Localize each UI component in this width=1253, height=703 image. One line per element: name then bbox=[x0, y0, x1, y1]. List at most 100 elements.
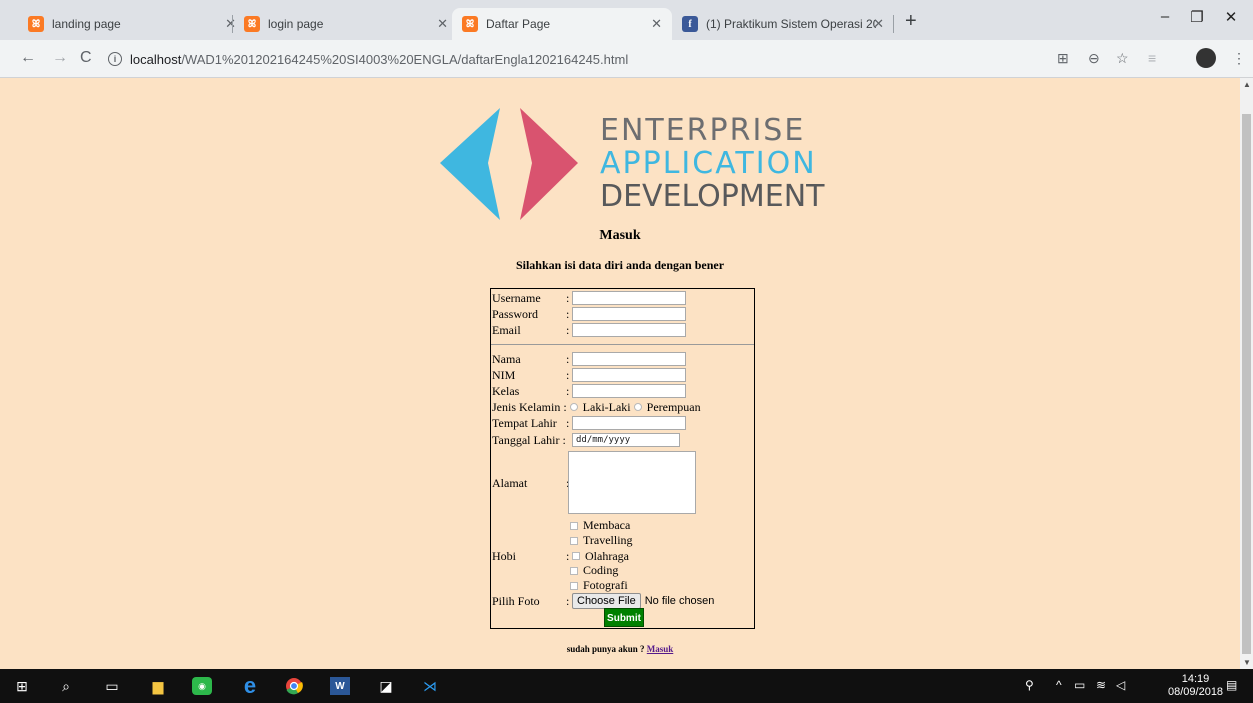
battery-icon[interactable]: ▭ bbox=[1074, 678, 1085, 692]
line-app-icon[interactable]: ◉ bbox=[192, 677, 212, 695]
gender-row: Jenis Kelamin : Laki-Laki Perempuan bbox=[492, 399, 701, 415]
colon: : bbox=[566, 322, 570, 337]
menu-icon[interactable]: ⋮ bbox=[1232, 50, 1246, 67]
email-input[interactable] bbox=[572, 323, 686, 337]
edge-icon[interactable]: e bbox=[240, 673, 260, 698]
task-view-icon[interactable]: ▭ bbox=[102, 677, 122, 695]
email-row: Email : bbox=[492, 322, 686, 338]
login-prompt: sudah punya akun ? Masuk bbox=[0, 644, 1240, 654]
notifications-icon[interactable]: ▤ bbox=[1226, 678, 1237, 692]
checkbox-label: Fotografi bbox=[583, 578, 628, 592]
wifi-icon[interactable]: ≋ bbox=[1096, 678, 1106, 692]
people-icon[interactable]: ⚲ bbox=[1025, 678, 1034, 692]
tab-title: Daftar Page bbox=[486, 17, 551, 31]
new-tab-button[interactable]: + bbox=[905, 10, 917, 33]
radio-perempuan[interactable] bbox=[633, 403, 642, 411]
logo-line-1: ENTERPRISE bbox=[600, 113, 806, 148]
search-icon[interactable]: ⌕ bbox=[56, 677, 76, 695]
checkbox-coding[interactable] bbox=[570, 566, 578, 575]
maximize-button[interactable]: ❐ bbox=[1182, 8, 1212, 26]
login-link[interactable]: Masuk bbox=[647, 644, 674, 654]
checkbox-fotografi[interactable] bbox=[570, 581, 578, 590]
tempat-lahir-label: Tempat Lahir bbox=[492, 415, 557, 430]
tanggal-lahir-label: Tanggal Lahir : bbox=[492, 432, 566, 447]
sublime-icon[interactable]: ◪ bbox=[376, 677, 396, 695]
email-label: Email bbox=[492, 322, 521, 337]
tempat-lahir-input[interactable] bbox=[572, 416, 686, 430]
info-icon[interactable]: i bbox=[108, 52, 122, 66]
bookmark-star-icon[interactable]: ☆ bbox=[1116, 50, 1129, 67]
windows-start-icon[interactable]: ⊞ bbox=[12, 677, 32, 695]
checkbox-membaca[interactable] bbox=[570, 521, 578, 530]
tab-title: landing page bbox=[52, 17, 121, 31]
tab-divider bbox=[232, 15, 233, 33]
browser-toolbar: ← → C i localhost/WAD1%201202164245%20SI… bbox=[0, 40, 1253, 78]
form-divider bbox=[491, 344, 754, 345]
colon: : bbox=[566, 290, 570, 305]
url-host: localhost bbox=[130, 51, 182, 67]
back-arrow-icon[interactable]: ← bbox=[20, 49, 36, 67]
nim-input[interactable] bbox=[572, 368, 686, 382]
checkbox-label: Membaca bbox=[583, 518, 631, 532]
chrome-icon[interactable] bbox=[284, 677, 304, 695]
vscode-icon[interactable]: ⋊ bbox=[420, 677, 440, 695]
logo-chevrons-icon bbox=[440, 108, 578, 220]
foto-label: Pilih Foto bbox=[492, 593, 540, 608]
scroll-up-icon[interactable]: ▲ bbox=[1243, 80, 1251, 89]
reload-icon[interactable]: C bbox=[80, 49, 92, 67]
volume-icon[interactable]: ◁ bbox=[1116, 678, 1125, 692]
minimize-button[interactable]: – bbox=[1150, 8, 1180, 25]
nama-input[interactable] bbox=[572, 352, 686, 366]
translate-icon[interactable]: ⊞ bbox=[1057, 50, 1069, 67]
page-title: Masuk bbox=[599, 228, 641, 243]
tab-title: (1) Praktikum Sistem Operasi 201 bbox=[706, 17, 876, 31]
password-input[interactable] bbox=[572, 307, 686, 321]
colon: : bbox=[566, 593, 570, 608]
scroll-down-icon[interactable]: ▼ bbox=[1243, 658, 1251, 667]
logo-line-2: APPLICATION bbox=[600, 146, 817, 181]
close-icon[interactable]: ✕ bbox=[873, 16, 884, 32]
close-icon[interactable]: ✕ bbox=[651, 16, 662, 32]
tempat-lahir-row: Tempat Lahir : bbox=[492, 415, 686, 431]
checkbox-label: Olahraga bbox=[585, 548, 629, 563]
taskbar-clock[interactable]: 14:19 08/09/2018 bbox=[1168, 673, 1223, 699]
colon: : bbox=[566, 383, 570, 398]
choose-file-button[interactable]: Choose File bbox=[572, 593, 641, 609]
window-close-button[interactable]: ✕ bbox=[1216, 8, 1246, 26]
word-icon[interactable]: W bbox=[330, 677, 350, 695]
checkbox-olahraga[interactable] bbox=[572, 552, 580, 560]
username-row: Username : bbox=[492, 290, 686, 306]
hobi-option: Coding bbox=[568, 563, 618, 578]
kelas-row: Kelas : bbox=[492, 383, 686, 399]
zoom-icon[interactable]: ⊖ bbox=[1088, 50, 1100, 67]
tab-title: login page bbox=[268, 17, 324, 31]
extension-icon[interactable]: ≡ bbox=[1148, 50, 1156, 66]
page-scrollbar[interactable]: ▲ ▼ bbox=[1240, 78, 1253, 669]
checkbox-travelling[interactable] bbox=[570, 536, 578, 545]
submit-button[interactable]: Submit bbox=[604, 608, 644, 627]
forward-arrow-icon[interactable]: → bbox=[52, 49, 68, 67]
tab-facebook[interactable]: f (1) Praktikum Sistem Operasi 201 ✕ bbox=[672, 8, 894, 40]
show-hidden-icons-chevron-icon[interactable]: ^ bbox=[1056, 678, 1062, 692]
radio-laki-laki[interactable] bbox=[569, 403, 578, 411]
tab-login-page[interactable]: ꕤ login page ✕ bbox=[234, 8, 458, 40]
colon: : bbox=[566, 548, 570, 563]
profile-avatar[interactable] bbox=[1196, 48, 1216, 68]
tab-daftar-page[interactable]: ꕤ Daftar Page ✕ bbox=[452, 8, 672, 40]
address-bar[interactable]: i localhost/WAD1%201202164245%20SI4003%2… bbox=[108, 45, 1038, 73]
registration-form: Username : Password : Email : Nama : NIM… bbox=[490, 288, 755, 629]
scrollbar-thumb[interactable] bbox=[1242, 114, 1251, 654]
alamat-textarea[interactable] bbox=[568, 451, 696, 514]
file-status: No file chosen bbox=[644, 595, 715, 607]
username-input[interactable] bbox=[572, 291, 686, 305]
username-label: Username bbox=[492, 290, 541, 305]
nama-label: Nama bbox=[492, 351, 521, 366]
tanggal-lahir-input[interactable]: dd/mm/yyyy bbox=[572, 433, 680, 447]
tab-landing-page[interactable]: ꕤ landing page ✕ bbox=[18, 8, 246, 40]
kelas-input[interactable] bbox=[572, 384, 686, 398]
file-explorer-icon[interactable]: ▆ bbox=[148, 677, 168, 695]
nim-label: NIM bbox=[492, 367, 516, 382]
hobi-option: Travelling bbox=[568, 533, 633, 548]
hobi-option: Membaca bbox=[568, 518, 630, 533]
close-icon[interactable]: ✕ bbox=[437, 16, 448, 32]
